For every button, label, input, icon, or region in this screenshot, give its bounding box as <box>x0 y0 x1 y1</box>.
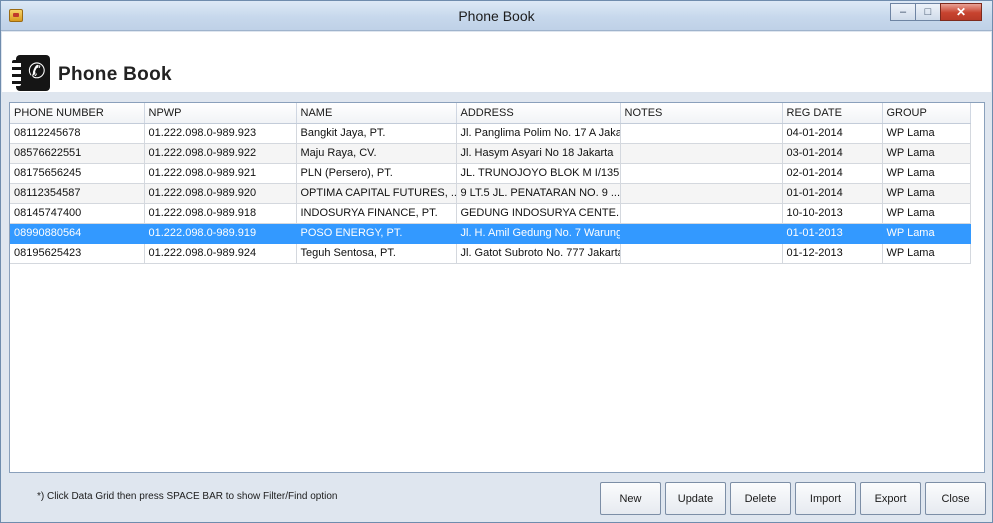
cell-notes[interactable] <box>620 123 783 144</box>
cell-name[interactable]: PLN (Persero), PT. <box>296 163 457 184</box>
table-row[interactable]: 08195625423 01.222.098.0-989.924 Teguh S… <box>10 243 971 264</box>
cell-notes[interactable] <box>620 243 783 264</box>
cell-npwp[interactable]: 01.222.098.0-989.922 <box>144 143 297 164</box>
cell-name[interactable]: Bangkit Jaya, PT. <box>296 123 457 144</box>
cell-group[interactable]: WP Lama <box>882 143 971 164</box>
cell-reg-date[interactable]: 01-01-2013 <box>782 223 883 244</box>
cell-group[interactable]: WP Lama <box>882 163 971 184</box>
minimize-button[interactable]: – <box>890 3 916 21</box>
cell-address[interactable]: Jl. Gatot Subroto No. 777 Jakarta <box>456 243 621 264</box>
cell-npwp[interactable]: 01.222.098.0-989.918 <box>144 203 297 224</box>
action-button-bar: New Update Delete Import Export Close <box>600 482 990 515</box>
column-header-notes[interactable]: NOTES <box>620 103 783 124</box>
table-row-selected[interactable]: 08990880564 01.222.098.0-989.919 POSO EN… <box>10 223 971 244</box>
update-button[interactable]: Update <box>665 482 726 515</box>
column-header-npwp[interactable]: NPWP <box>144 103 297 124</box>
cell-group[interactable]: WP Lama <box>882 243 971 264</box>
cell-npwp[interactable]: 01.222.098.0-989.924 <box>144 243 297 264</box>
cell-npwp[interactable]: 01.222.098.0-989.923 <box>144 123 297 144</box>
import-button[interactable]: Import <box>795 482 856 515</box>
cell-reg-date[interactable]: 01-01-2014 <box>782 183 883 204</box>
cell-reg-date[interactable]: 01-12-2013 <box>782 243 883 264</box>
data-grid-table[interactable]: PHONE NUMBER NPWP NAME ADDRESS NOTES REG… <box>10 103 971 264</box>
column-header-group[interactable]: GROUP <box>882 103 971 124</box>
close-window-button[interactable]: ✕ <box>940 3 982 21</box>
cell-phone-number[interactable]: 08112354587 <box>10 183 145 204</box>
new-button[interactable]: New <box>600 482 661 515</box>
phone-book-logo-icon: ✆ <box>12 55 50 91</box>
cell-phone-number[interactable]: 08145747400 <box>10 203 145 224</box>
cell-group[interactable]: WP Lama <box>882 223 971 244</box>
cell-notes[interactable] <box>620 183 783 204</box>
cell-notes[interactable] <box>620 223 783 244</box>
phone-handset-icon: ✆ <box>28 60 46 83</box>
binder-rings-icon <box>12 60 21 86</box>
export-button[interactable]: Export <box>860 482 921 515</box>
cell-phone-number[interactable]: 08195625423 <box>10 243 145 264</box>
cell-phone-number[interactable]: 08576622551 <box>10 143 145 164</box>
window-controls: – □ ✕ <box>890 3 982 21</box>
column-header-reg-date[interactable]: REG DATE <box>782 103 883 124</box>
cell-notes[interactable] <box>620 163 783 184</box>
cell-phone-number[interactable]: 08112245678 <box>10 123 145 144</box>
cell-group[interactable]: WP Lama <box>882 183 971 204</box>
cell-name[interactable]: OPTIMA CAPITAL FUTURES, ... <box>296 183 457 204</box>
column-header-name[interactable]: NAME <box>296 103 457 124</box>
cell-npwp[interactable]: 01.222.098.0-989.919 <box>144 223 297 244</box>
main-window: Phone Book – □ ✕ ✆ Phone Book PHONE NUMB… <box>0 0 993 523</box>
cell-name[interactable]: POSO ENERGY, PT. <box>296 223 457 244</box>
cell-name[interactable]: Teguh Sentosa, PT. <box>296 243 457 264</box>
table-row[interactable]: 08112245678 01.222.098.0-989.923 Bangkit… <box>10 123 971 144</box>
cell-reg-date[interactable]: 04-01-2014 <box>782 123 883 144</box>
cell-npwp[interactable]: 01.222.098.0-989.920 <box>144 183 297 204</box>
cell-name[interactable]: INDOSURYA FINANCE, PT. <box>296 203 457 224</box>
cell-notes[interactable] <box>620 203 783 224</box>
column-header-phone-number[interactable]: PHONE NUMBER <box>10 103 145 124</box>
table-row[interactable]: 08175656245 01.222.098.0-989.921 PLN (Pe… <box>10 163 971 184</box>
table-row[interactable]: 08145747400 01.222.098.0-989.918 INDOSUR… <box>10 203 971 224</box>
close-button[interactable]: Close <box>925 482 986 515</box>
cell-notes[interactable] <box>620 143 783 164</box>
cell-address[interactable]: Jl. Panglima Polim No. 17 A Jakarta <box>456 123 621 144</box>
app-logo-title: Phone Book <box>58 64 172 85</box>
column-header-address[interactable]: ADDRESS <box>456 103 621 124</box>
phone-book-data-grid[interactable]: PHONE NUMBER NPWP NAME ADDRESS NOTES REG… <box>9 102 985 473</box>
cell-address[interactable]: Jl. Hasym Asyari No 18 Jakarta <box>456 143 621 164</box>
maximize-button[interactable]: □ <box>915 3 941 21</box>
cell-address[interactable]: Jl. H. Amil Gedung No. 7 Warung... <box>456 223 621 244</box>
cell-phone-number[interactable]: 08990880564 <box>10 223 145 244</box>
cell-reg-date[interactable]: 10-10-2013 <box>782 203 883 224</box>
cell-name[interactable]: Maju Raya, CV. <box>296 143 457 164</box>
cell-npwp[interactable]: 01.222.098.0-989.921 <box>144 163 297 184</box>
table-row[interactable]: 08576622551 01.222.098.0-989.922 Maju Ra… <box>10 143 971 164</box>
cell-group[interactable]: WP Lama <box>882 203 971 224</box>
grid-header-row: PHONE NUMBER NPWP NAME ADDRESS NOTES REG… <box>10 103 971 124</box>
table-row[interactable]: 08112354587 01.222.098.0-989.920 OPTIMA … <box>10 183 971 204</box>
cell-address[interactable]: JL. TRUNOJOYO BLOK M I/135 ... <box>456 163 621 184</box>
window-title: Phone Book <box>458 8 535 24</box>
app-header: ✆ Phone Book <box>2 32 991 92</box>
title-bar[interactable]: Phone Book – □ ✕ <box>1 1 992 31</box>
cell-reg-date[interactable]: 02-01-2014 <box>782 163 883 184</box>
cell-reg-date[interactable]: 03-01-2014 <box>782 143 883 164</box>
cell-phone-number[interactable]: 08175656245 <box>10 163 145 184</box>
filter-find-hint: *) Click Data Grid then press SPACE BAR … <box>37 491 338 502</box>
cell-address[interactable]: 9 LT.5 JL. PENATARAN NO. 9 ... <box>456 183 621 204</box>
cell-group[interactable]: WP Lama <box>882 123 971 144</box>
cell-address[interactable]: GEDUNG INDOSURYA CENTE... <box>456 203 621 224</box>
delete-button[interactable]: Delete <box>730 482 791 515</box>
